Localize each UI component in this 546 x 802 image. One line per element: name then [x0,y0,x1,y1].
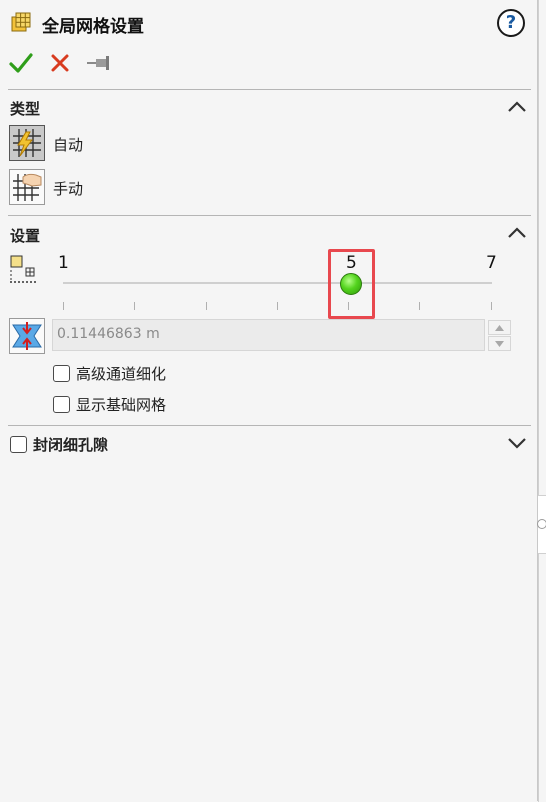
advanced-channel-refinement-label[interactable]: 高级通道细化 [76,363,166,384]
show-basic-mesh-label[interactable]: 显示基础网格 [76,394,166,415]
auto-mesh-button[interactable] [9,125,45,161]
divider [8,89,531,90]
manual-option-label[interactable]: 手动 [53,178,83,199]
pushpin-icon [87,56,109,70]
show-basic-mesh-checkbox[interactable] [53,396,70,413]
close-gaps-label[interactable]: 封闭细孔隙 [33,434,108,455]
min-gap-input[interactable]: 0.11446863 m [52,319,485,351]
auto-mesh-icon [13,129,41,157]
slider-tick [63,302,64,310]
close-gaps-checkbox[interactable] [10,436,27,453]
slider-min-label: 1 [58,253,69,273]
splitter-upper [538,0,546,496]
slider-tick [277,302,278,310]
close-gaps-row[interactable]: 封闭细孔隙 [10,434,108,455]
settings-section-title: 设置 [10,227,41,245]
divider [8,215,531,216]
manual-mesh-icon [13,173,42,201]
advanced-channel-refinement-row[interactable]: 高级通道细化 [53,363,166,384]
highlight-box [328,249,375,319]
splitter-lower [538,553,546,802]
slider-max-label: 7 [486,253,497,273]
chevron-up-icon[interactable] [506,99,528,115]
close-icon [51,54,69,72]
slider-tick [491,302,492,310]
triangle-down-icon [495,341,504,347]
spin-up-button[interactable] [488,320,511,335]
mesh-settings-icon [11,12,31,32]
chevron-up-icon[interactable] [506,225,528,241]
auto-option-label[interactable]: 自动 [53,134,83,155]
triangle-up-icon [495,325,504,331]
manual-mesh-button[interactable] [9,169,45,205]
help-button[interactable]: ? [497,9,525,37]
page-title: 全局网格设置 [42,17,144,37]
chevron-down-icon[interactable] [506,435,528,451]
spin-down-button[interactable] [488,336,511,351]
pin-button[interactable] [85,49,113,77]
advanced-channel-refinement-checkbox[interactable] [53,365,70,382]
slider-tick [419,302,420,310]
min-gap-icon [12,322,42,350]
ok-button[interactable] [7,49,35,77]
min-gap-button [9,318,45,354]
property-panel: 全局网格设置 ? 类型 自动 手动 设置 1 5 7 0.11446863 m … [0,0,536,801]
mesh-level-icon [10,255,36,283]
type-section-title: 类型 [10,100,41,118]
checkmark-icon [9,53,33,73]
cancel-button[interactable] [46,49,74,77]
divider [8,425,531,426]
slider-tick [206,302,207,310]
show-basic-mesh-row[interactable]: 显示基础网格 [53,394,166,415]
slider-tick [134,302,135,310]
slider-track[interactable] [63,282,492,284]
splitter-handle[interactable] [537,519,546,529]
